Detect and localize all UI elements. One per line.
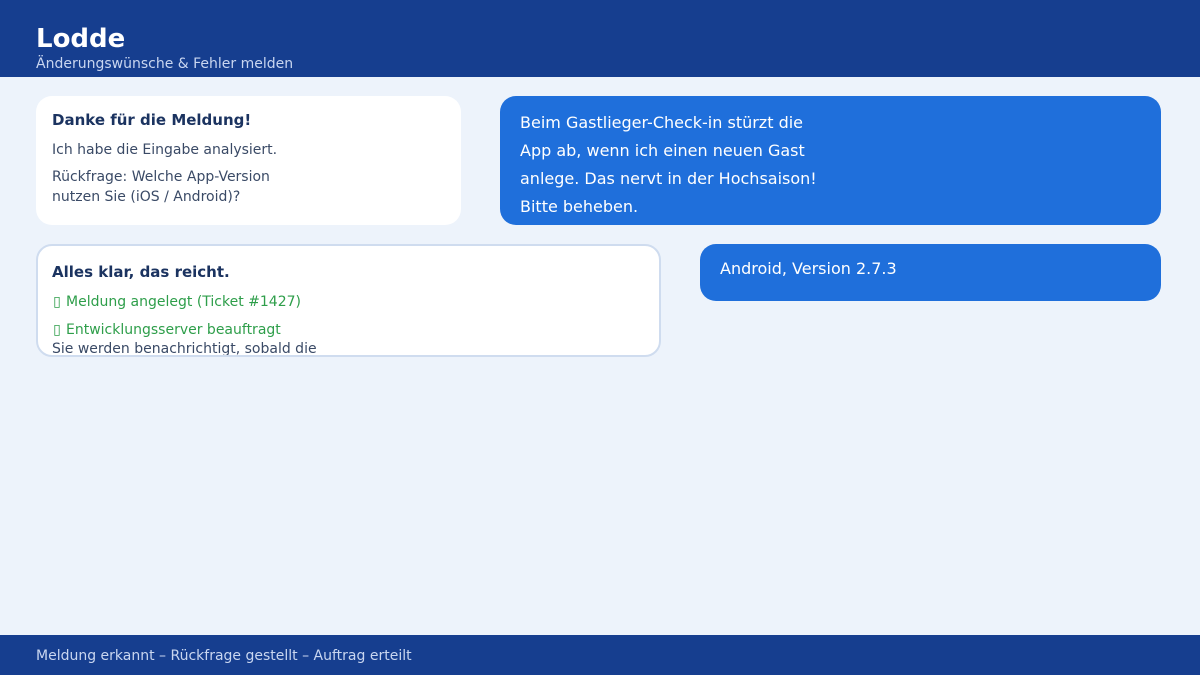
app-subtitle: Änderungswünsche & Fehler melden [36, 56, 294, 72]
user-message-text: Beim Gastlieger-Check-in stürzt die App … [520, 113, 817, 216]
bot-message-followup-question: Danke für die Meldung! Ich habe die Eing… [36, 96, 461, 225]
bot-message-line: Ich habe die Eingabe analysiert. [52, 142, 278, 158]
bot-message-notify-line: Sie werden benachrichtigt, sobald die [52, 341, 317, 357]
bot-message-confirmation: Alles klar, das reicht. ▯ Meldung angeleg… [36, 244, 661, 357]
status-ticket-text: Meldung angelegt (Ticket #1427) [66, 294, 301, 310]
check-icon: ▯ [53, 294, 61, 310]
app-header: Lodde Änderungswünsche & Fehler melden [0, 0, 1200, 77]
bot-message-title: Danke für die Meldung! [52, 111, 252, 129]
user-message-version: Android, Version 2.7.3 [700, 244, 1161, 301]
status-footer: Meldung erkannt – Rückfrage gestellt – A… [0, 635, 1200, 675]
user-message-text: Android, Version 2.7.3 [720, 259, 897, 278]
bot-message-title: Alles klar, das reicht. [52, 263, 230, 281]
footer-status-text: Meldung erkannt – Rückfrage gestellt – A… [36, 648, 412, 664]
status-dev-server-text: Entwicklungsserver beauftragt [66, 322, 281, 338]
status-dev-server: ▯ Entwicklungsserver beauftragt [52, 320, 645, 340]
check-icon: ▯ [53, 322, 61, 338]
app-title: Lodde [36, 24, 126, 54]
bot-message-question: Rückfrage: Welche App-Version nutzen Sie… [52, 169, 270, 205]
user-message-bug-report: Beim Gastlieger-Check-in stürzt die App … [500, 96, 1161, 225]
status-ticket-created: ▯ Meldung angelegt (Ticket #1427) [52, 292, 645, 312]
